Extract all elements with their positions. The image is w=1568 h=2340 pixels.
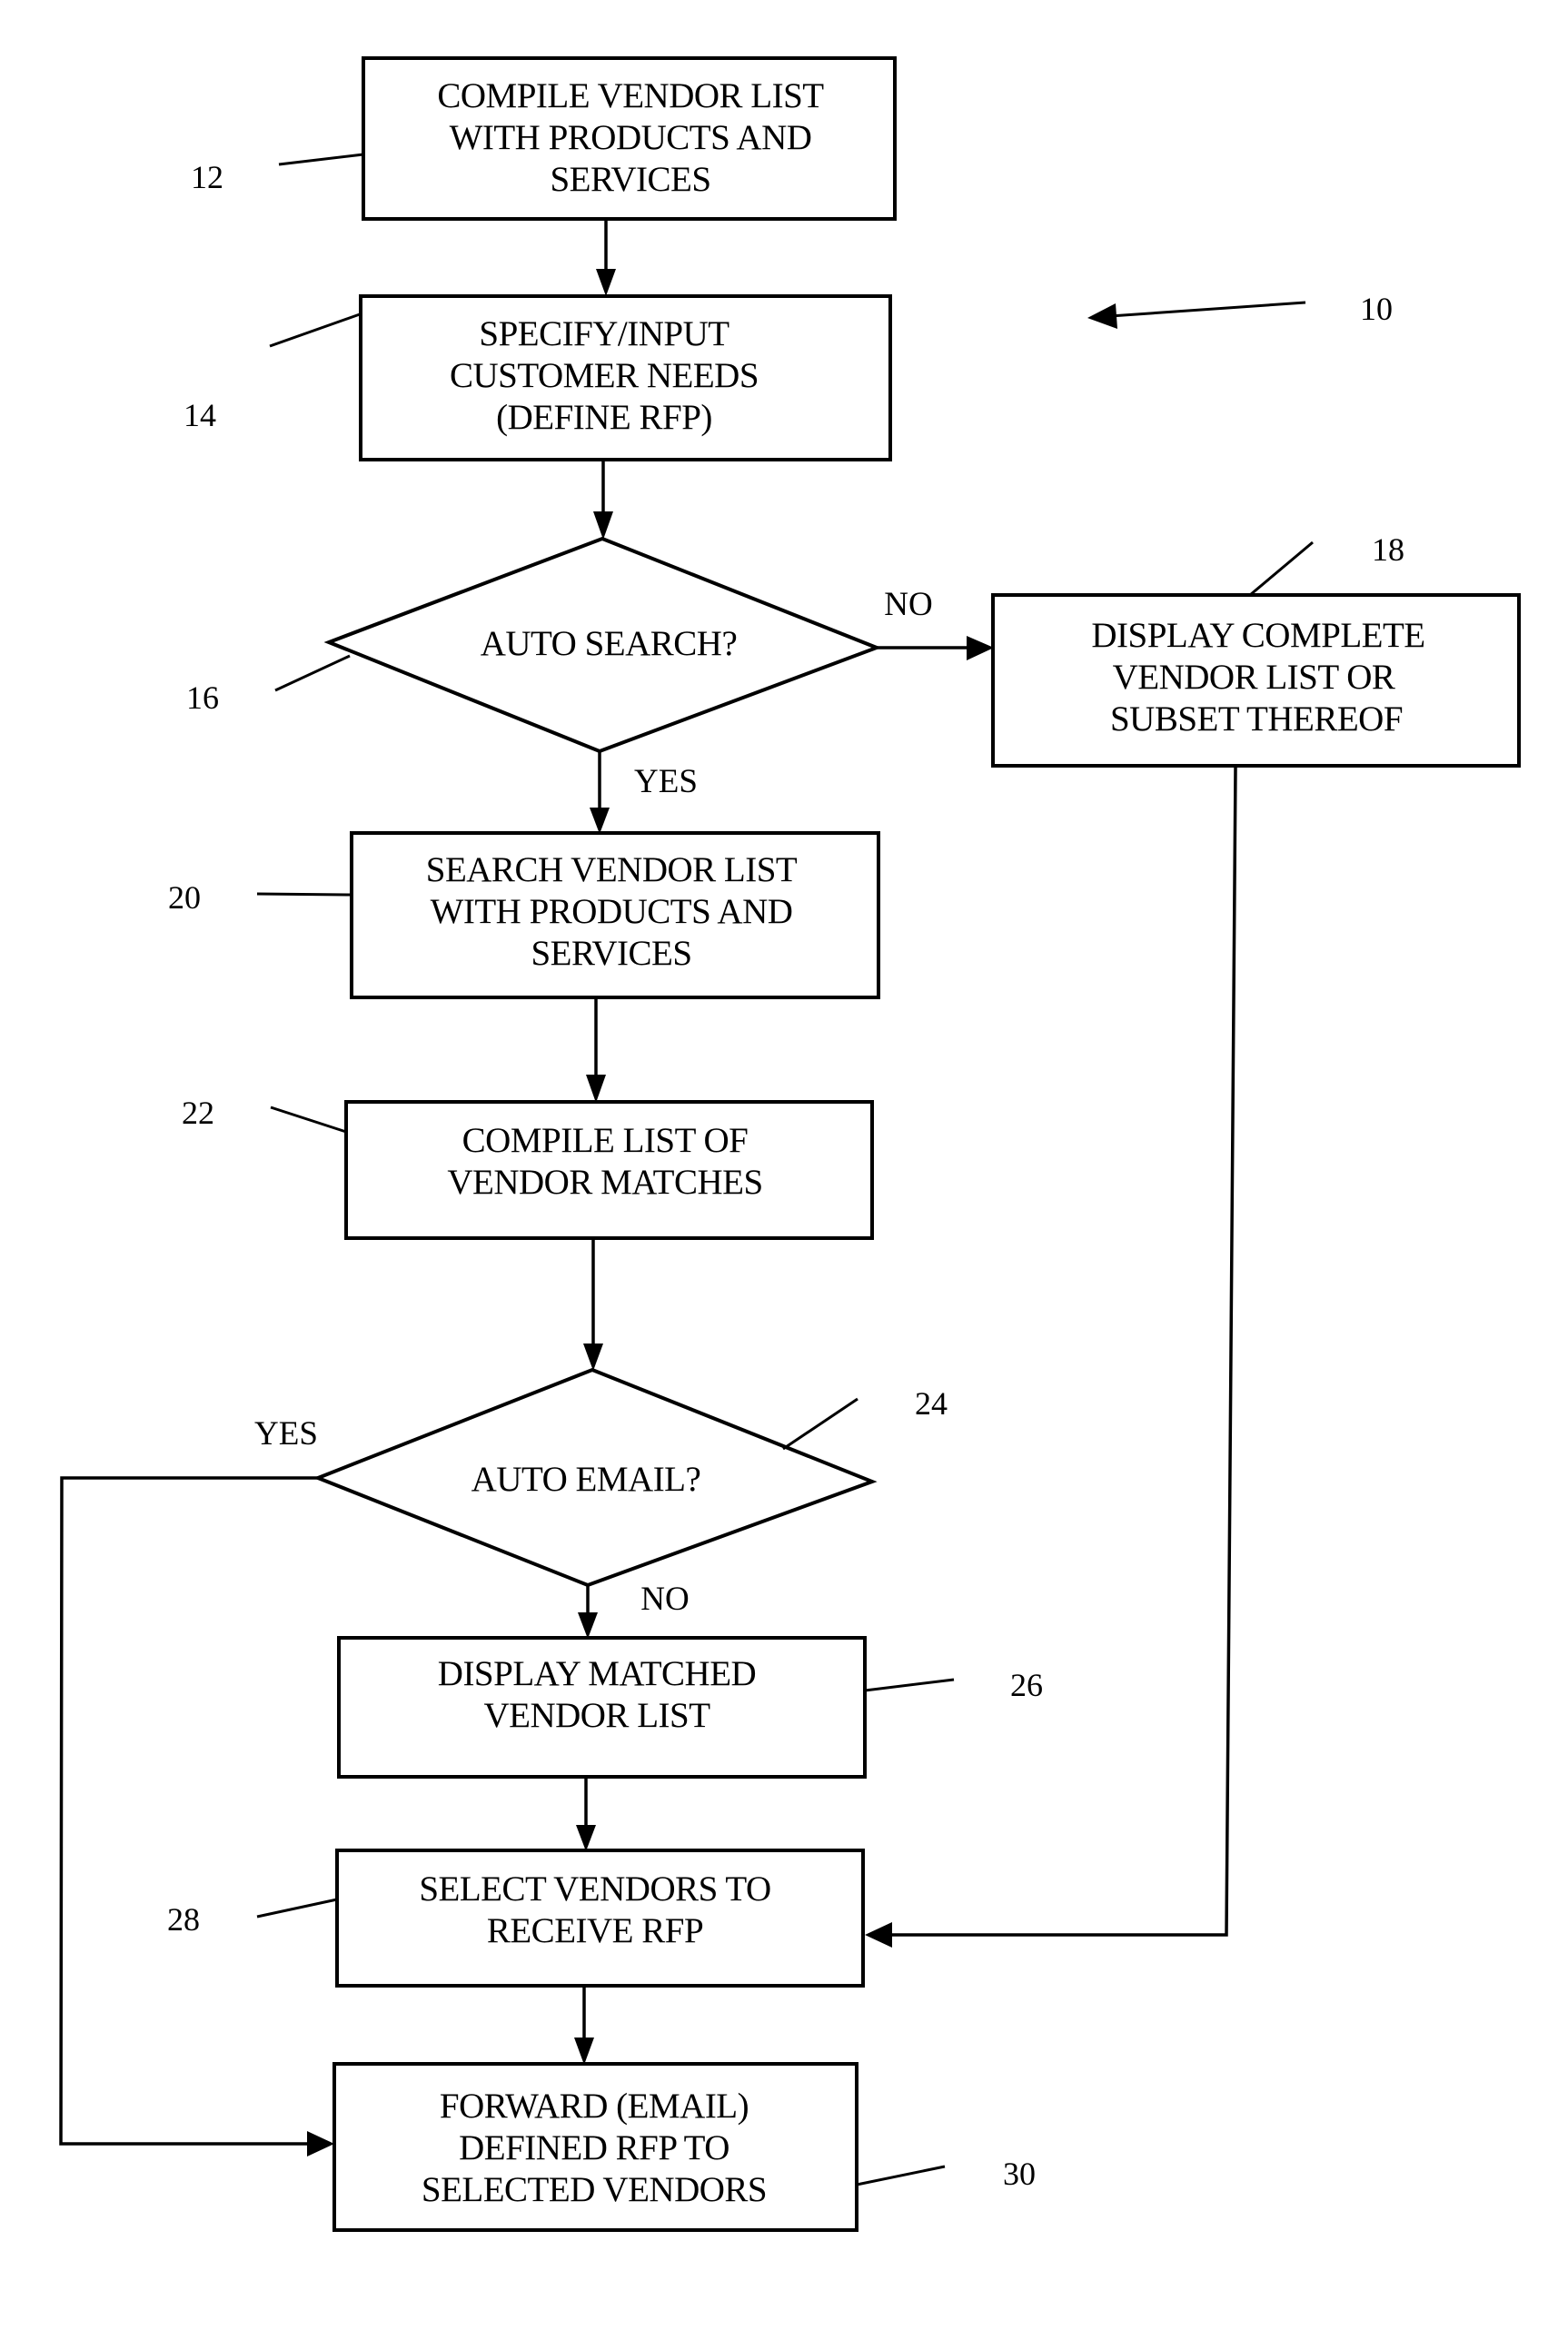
- arrowhead-icon: [865, 1922, 892, 1948]
- leader-22: [270, 1106, 347, 1134]
- figure-ref-10-pointer: [1109, 301, 1306, 318]
- arrowhead-icon: [596, 269, 616, 296]
- box-12-line-1: COMPILE VENDOR LIST: [437, 76, 824, 115]
- arrowhead-icon: [586, 1075, 606, 1103]
- leader-16: [274, 654, 351, 692]
- ref-numeral-28: 28: [167, 1901, 200, 1938]
- ref-numeral-22: 22: [182, 1095, 214, 1131]
- leader-26: [864, 1678, 955, 1692]
- box-28-line-2: RECEIVE RFP: [487, 1911, 703, 1950]
- box-22-line-1: COMPILE LIST OF: [462, 1121, 749, 1160]
- leader-14: [269, 312, 361, 348]
- box-20-line-2: WITH PRODUCTS AND: [431, 892, 793, 931]
- arrowhead-icon: [590, 808, 610, 834]
- arrowhead-icon: [576, 1825, 596, 1851]
- edge-24-to-30: [59, 1476, 318, 2146]
- box-18-line-1: DISPLAY COMPLETE: [1091, 616, 1424, 655]
- flowchart: COMPILE VENDOR LIST WITH PRODUCTS AND SE…: [59, 56, 1521, 2232]
- edge-label-16-no: NO: [884, 586, 932, 623]
- edge-18-to-28: [888, 767, 1237, 1937]
- arrowhead-icon: [574, 2038, 594, 2065]
- arrowhead-icon: [578, 1612, 598, 1639]
- ref-numeral-12: 12: [191, 159, 223, 195]
- box-26-line-1: DISPLAY MATCHED: [438, 1654, 756, 1693]
- arrowhead-icon: [593, 511, 613, 540]
- box-26-line-2: VENDOR LIST: [483, 1696, 710, 1735]
- leader-18: [1249, 540, 1314, 597]
- box-18-line-2: VENDOR LIST OR: [1113, 658, 1395, 697]
- ref-numeral-10: 10: [1360, 291, 1393, 327]
- leader-28: [256, 1898, 338, 1919]
- box-20-line-1: SEARCH VENDOR LIST: [426, 850, 798, 889]
- leader-24: [782, 1397, 858, 1451]
- arrowhead-icon: [1087, 303, 1117, 329]
- box-30-line-3: SELECTED VENDORS: [422, 2170, 767, 2209]
- arrowhead-icon: [307, 2131, 334, 2157]
- ref-numeral-30: 30: [1003, 2156, 1036, 2192]
- diamond-16-text: AUTO SEARCH?: [481, 624, 738, 663]
- box-22-line-2: VENDOR MATCHES: [447, 1163, 762, 1202]
- edge-label-24-no: NO: [640, 1581, 689, 1618]
- ref-numeral-20: 20: [168, 879, 201, 916]
- ref-numeral-24: 24: [915, 1385, 948, 1422]
- box-12-line-3: SERVICES: [550, 160, 710, 199]
- box-14-line-2: CUSTOMER NEEDS: [450, 356, 759, 395]
- box-20-line-3: SERVICES: [531, 934, 691, 973]
- arrowhead-icon: [583, 1344, 603, 1371]
- box-30-line-1: FORWARD (EMAIL): [440, 2087, 749, 2126]
- box-30-line-2: DEFINED RFP TO: [459, 2128, 729, 2167]
- ref-numeral-16: 16: [186, 679, 219, 716]
- edge-label-16-yes: YES: [634, 763, 698, 800]
- ref-numeral-14: 14: [184, 397, 216, 433]
- box-18-line-3: SUBSET THEREOF: [1110, 699, 1403, 739]
- box-28-line-1: SELECT VENDORS TO: [419, 1869, 770, 1909]
- leader-12: [278, 153, 364, 166]
- box-12-line-2: WITH PRODUCTS AND: [450, 118, 812, 157]
- ref-numeral-26: 26: [1010, 1667, 1043, 1703]
- ref-numeral-18: 18: [1372, 531, 1404, 568]
- leader-30: [856, 2165, 946, 2186]
- box-14-line-1: SPECIFY/INPUT: [479, 314, 729, 353]
- box-14-line-3: (DEFINE RFP): [496, 398, 712, 437]
- diamond-24-text: AUTO EMAIL?: [471, 1460, 701, 1499]
- edge-label-24-yes: YES: [254, 1415, 318, 1453]
- leader-20: [256, 892, 352, 897]
- arrowhead-icon: [967, 636, 994, 660]
